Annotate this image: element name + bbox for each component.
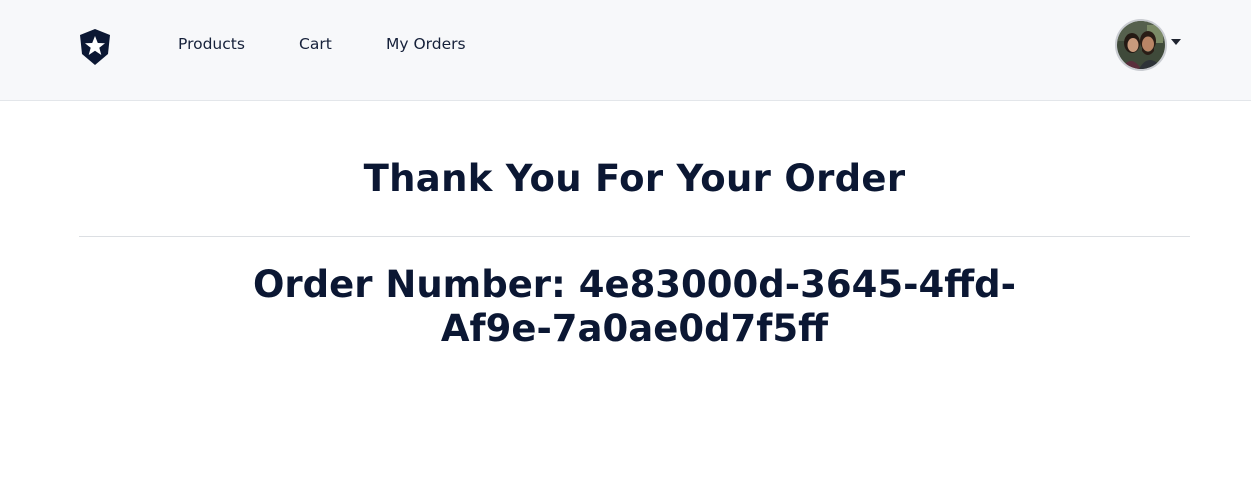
order-number: Order Number: 4e83000d-3645-4ffd-Af9e-7a… <box>252 263 1017 350</box>
user-menu-toggle[interactable] <box>1115 19 1185 73</box>
divider <box>79 236 1190 237</box>
navbar: Products Cart My Orders <box>0 0 1251 101</box>
caret-down-icon[interactable] <box>1171 39 1181 45</box>
page-title: Thank You For Your Order <box>363 157 906 200</box>
user-avatar[interactable] <box>1115 19 1167 71</box>
nav-link-products[interactable]: Products <box>178 35 245 53</box>
nav-link-cart[interactable]: Cart <box>299 35 332 53</box>
star-shield-logo-icon[interactable] <box>78 28 112 66</box>
nav-link-my-orders[interactable]: My Orders <box>386 35 466 53</box>
